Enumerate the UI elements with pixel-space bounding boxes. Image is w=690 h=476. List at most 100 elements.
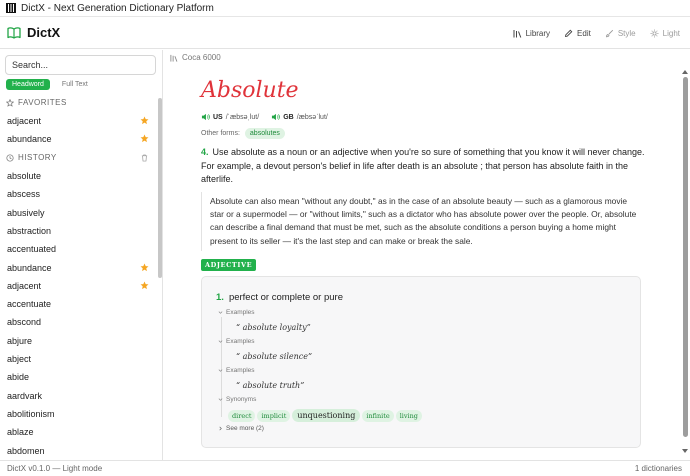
sidebar-word-item[interactable]: adjacent: [0, 112, 158, 130]
book-icon: [7, 26, 21, 39]
definition: 1. perfect or complete or pure: [216, 292, 343, 303]
sidebar-word-item[interactable]: abject: [0, 350, 158, 368]
sidebar-word-item[interactable]: abdomen: [0, 442, 158, 460]
definition-text: perfect or complete or pure: [228, 292, 343, 303]
other-forms: Other forms: absolutes: [201, 128, 285, 139]
pronunciation-row: US /ˈæbsəˌlut/ GB /æbsəˈlut/: [201, 113, 328, 121]
sidebar-word-item[interactable]: abscond: [0, 313, 158, 331]
other-form-pill[interactable]: absolutes: [244, 128, 285, 139]
dictionary-breadcrumb: Coca 6000: [170, 53, 221, 62]
synonyms-toggle[interactable]: Synonyms: [218, 396, 256, 403]
title-bar: DictX - Next Generation Dictionary Platf…: [0, 0, 690, 17]
usage-note: Absolute can also mean "without any doub…: [201, 192, 641, 251]
sidebar-word-label: accentuated: [7, 244, 57, 255]
sidebar-word-item[interactable]: absolute: [0, 167, 158, 185]
mode-fulltext-button[interactable]: Full Text: [56, 79, 94, 90]
definition-card: 1. perfect or complete or pure Examples “…: [201, 276, 641, 448]
sidebar-word-label: abide: [7, 372, 30, 383]
other-forms-label: Other forms:: [201, 130, 240, 137]
sidebar: Headword Full Text FAVORITES adjacent abu…: [0, 50, 163, 460]
part-of-speech-badge: ADJECTIVE: [201, 259, 257, 271]
pencil-icon: [564, 29, 573, 37]
clock-icon: [6, 153, 14, 162]
chevron-right-icon: [219, 426, 222, 431]
search-input[interactable]: [5, 55, 156, 75]
synonym-chip[interactable]: infinite: [362, 409, 394, 422]
example-text: “ absolute truth”: [236, 381, 305, 390]
sidebar-scrollbar[interactable]: [158, 98, 162, 278]
nav-theme-label: Light: [662, 28, 680, 38]
history-header: HISTORY: [6, 153, 157, 162]
synonym-chip[interactable]: implicit: [257, 409, 291, 422]
speaker-icon[interactable]: [271, 113, 280, 121]
pron-region-gb: GB: [283, 113, 294, 121]
nav-style-button[interactable]: Style: [605, 29, 636, 38]
sidebar-word-label: abstraction: [7, 225, 52, 236]
scroll-down-arrow[interactable]: [682, 449, 688, 453]
nav-library-button[interactable]: Library: [513, 29, 550, 38]
app-header: DictX Library Edit Style Light: [0, 17, 690, 49]
nav-style-label: Style: [617, 28, 636, 38]
mode-headword-button[interactable]: Headword: [6, 79, 50, 90]
scroll-up-arrow[interactable]: [682, 70, 688, 74]
examples-toggle[interactable]: Examples: [218, 309, 255, 316]
examples-toggle[interactable]: Examples: [218, 367, 255, 374]
chevron-down-icon: [218, 311, 223, 314]
status-version: DictX v0.1.0 — Light mode: [7, 464, 103, 473]
pron-ipa-gb: /æbsəˈlut/: [296, 113, 328, 121]
status-bar: DictX v0.1.0 — Light mode 1 dictionaries: [0, 460, 690, 476]
top-nav: Library Edit Style Light: [513, 17, 680, 49]
sidebar-word-item[interactable]: abundance: [0, 130, 158, 148]
star-icon[interactable]: [140, 134, 149, 143]
see-more-button[interactable]: See more (2): [218, 425, 264, 432]
favorites-header: FAVORITES: [6, 98, 67, 107]
search-mode-toggle: Headword Full Text: [6, 79, 94, 90]
sidebar-word-item[interactable]: abjure: [0, 332, 158, 350]
synonym-list: direct implicit unquestioning infinite l…: [228, 409, 422, 422]
sidebar-word-item[interactable]: abusively: [0, 204, 158, 222]
trash-icon[interactable]: [141, 154, 148, 162]
headword: Absolute: [201, 78, 299, 103]
sidebar-word-item[interactable]: abundance: [0, 259, 158, 277]
example-sentence: “ absolute truth”: [236, 381, 304, 390]
see-more-label: See more (2): [226, 425, 264, 432]
sidebar-word-item[interactable]: abscess: [0, 185, 158, 203]
sidebar-word-label: accentuate: [7, 299, 52, 310]
brand[interactable]: DictX: [7, 25, 60, 40]
star-icon[interactable]: [140, 281, 149, 290]
status-dictionary-count: 1 dictionaries: [634, 464, 682, 473]
star-icon[interactable]: [140, 263, 149, 272]
sidebar-word-item[interactable]: abolitionism: [0, 405, 158, 423]
library-icon: [170, 54, 178, 62]
speaker-icon[interactable]: [201, 113, 210, 121]
library-icon: [513, 29, 521, 38]
star-icon[interactable]: [140, 116, 149, 125]
nav-edit-label: Edit: [577, 28, 591, 38]
synonym-chip[interactable]: direct: [228, 409, 256, 422]
brand-name: DictX: [27, 25, 61, 40]
sidebar-word-item[interactable]: aardvark: [0, 387, 158, 405]
sense-text: Use absolute as a noun or an adjective w…: [201, 147, 645, 184]
sidebar-word-label: abolitionism: [7, 408, 55, 419]
sidebar-word-item[interactable]: accentuate: [0, 295, 158, 313]
sidebar-word-label: abjure: [7, 335, 33, 346]
sidebar-word-label: ablaze: [7, 427, 34, 438]
sidebar-word-item[interactable]: ablaze: [0, 423, 158, 441]
nav-edit-button[interactable]: Edit: [564, 29, 591, 38]
main-scrollbar[interactable]: [683, 77, 688, 437]
sidebar-word-item[interactable]: abide: [0, 368, 158, 386]
example-text: “ absolute loyalty”: [236, 323, 311, 332]
favorites-title: FAVORITES: [18, 98, 67, 107]
synonym-chip[interactable]: living: [395, 409, 422, 422]
sidebar-word-label: abusively: [7, 207, 45, 218]
chevron-down-icon: [218, 398, 223, 401]
examples-toggle[interactable]: Examples: [218, 338, 255, 345]
sidebar-word-item[interactable]: accentuated: [0, 240, 158, 258]
synonym-chip[interactable]: unquestioning: [292, 409, 361, 422]
example-text: “ absolute silence”: [236, 352, 313, 361]
nav-theme-button[interactable]: Light: [650, 29, 680, 38]
sidebar-word-label: abundance: [7, 262, 52, 273]
sidebar-word-item[interactable]: abstraction: [0, 222, 158, 240]
sidebar-word-label: adjacent: [7, 116, 42, 126]
sidebar-word-item[interactable]: adjacent: [0, 277, 158, 295]
